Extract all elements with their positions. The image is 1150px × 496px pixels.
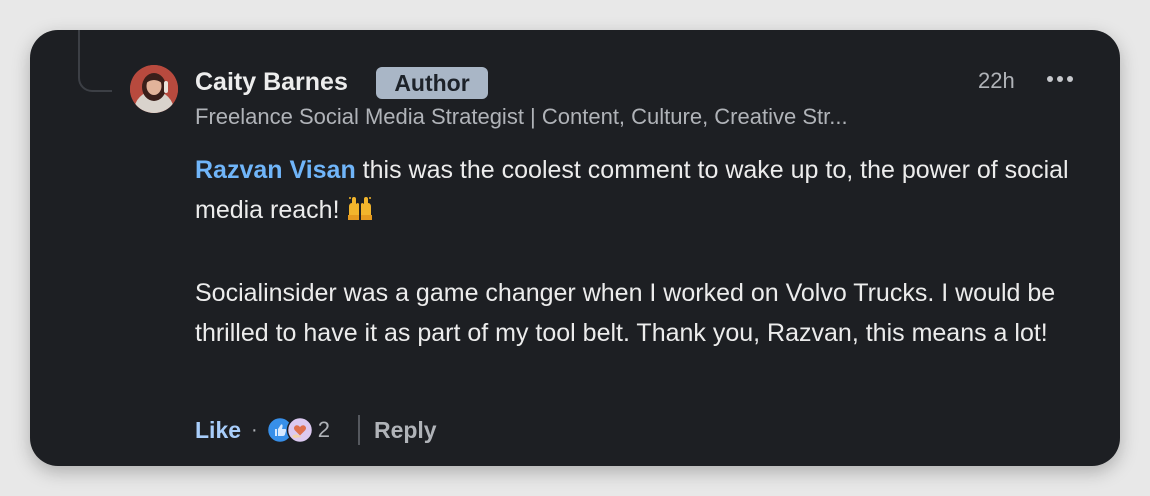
author-headline: Freelance Social Media Strategist | Cont…	[195, 104, 848, 129]
comment-text: Razvan Visan this was the coolest commen…	[195, 150, 1100, 353]
reply-button[interactable]: Reply	[374, 417, 437, 444]
reactions-summary[interactable]: 2	[266, 416, 330, 444]
author-name[interactable]: Caity Barnes	[195, 66, 348, 98]
action-separator: ·	[251, 418, 258, 441]
mention-link[interactable]: Razvan Visan	[195, 156, 356, 184]
reaction-icons	[266, 416, 313, 444]
comment-card: Caity Barnes Author 22h Freelance Social…	[30, 30, 1120, 466]
love-reaction-icon	[286, 416, 313, 444]
thread-connector-line	[78, 30, 112, 92]
comment-timestamp: 22h	[978, 68, 1015, 93]
action-divider	[357, 415, 360, 445]
comment-actions-bar: Like · 2 Reply	[195, 413, 437, 447]
avatar-photo	[130, 65, 178, 113]
comment-paragraph-2: Socialinsider was a game changer when I …	[195, 279, 1056, 347]
more-horizontal-icon	[1047, 76, 1073, 82]
author-badge: Author	[376, 67, 488, 99]
raising-hands-emoji-icon	[346, 193, 374, 233]
more-options-button[interactable]	[1044, 65, 1080, 93]
reaction-count: 2	[317, 417, 330, 442]
like-button[interactable]: Like	[195, 417, 241, 444]
comment-paragraph-1: Razvan Visan this was the coolest commen…	[195, 150, 1100, 233]
avatar[interactable]	[130, 65, 178, 113]
